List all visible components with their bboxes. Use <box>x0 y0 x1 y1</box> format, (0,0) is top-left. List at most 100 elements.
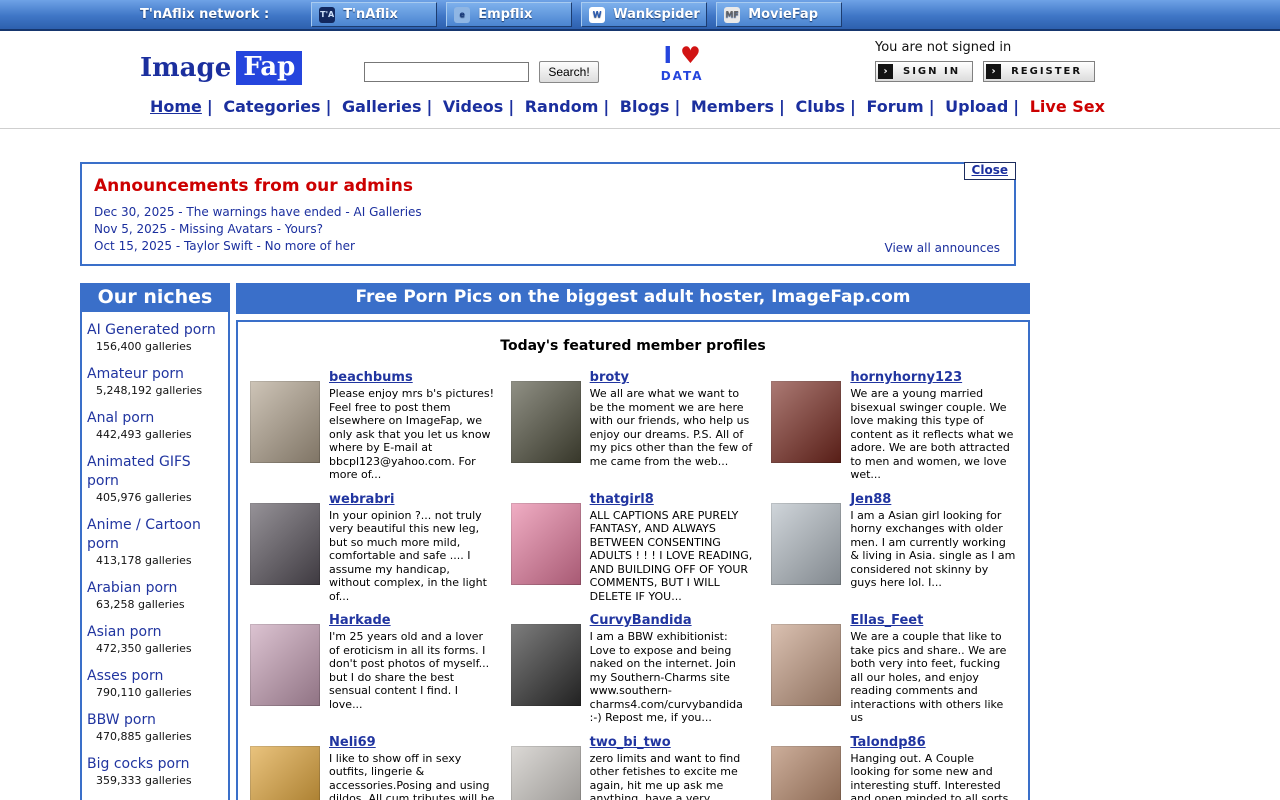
nav-item-galleries[interactable]: Galleries <box>342 97 422 116</box>
profile-description: We are a couple that like to take pics a… <box>850 630 1016 725</box>
view-all-announces-link[interactable]: View all announces <box>885 241 1000 255</box>
main-nav: Home| Categories| Galleries| Videos| Ran… <box>0 93 1280 129</box>
nav-item-forum[interactable]: Forum <box>866 97 923 116</box>
sign-in-button[interactable]: › SIGN IN <box>875 61 973 82</box>
niche-gallery-count: 5,248,192 galleries <box>87 384 224 397</box>
profile-thumbnail[interactable] <box>250 381 320 463</box>
i-love-data-logo: I ♥ DATA <box>661 45 704 93</box>
profile-thumbnail[interactable] <box>771 624 841 706</box>
profile-card: beachbums Please enjoy mrs b's pictures!… <box>250 366 495 482</box>
profile-thumbnail[interactable] <box>771 746 841 800</box>
nav-item-random[interactable]: Random <box>525 97 599 116</box>
profile-thumbnail[interactable] <box>511 624 581 706</box>
profile-name-link[interactable]: thatgirl8 <box>590 492 654 507</box>
network-site-button[interactable]: e Empflix <box>446 2 572 27</box>
profile-description: In your opinion ?... not truly very beau… <box>329 509 495 604</box>
niche-link[interactable]: Anime / Cartoon porn <box>87 517 201 552</box>
niche-link[interactable]: AI Generated porn <box>87 322 216 338</box>
profile-name-link[interactable]: two_bi_two <box>590 735 671 750</box>
network-site-icon: T'A <box>319 7 335 23</box>
profile-thumbnail[interactable] <box>250 746 320 800</box>
network-site-label: MovieFap <box>748 7 818 22</box>
network-bar: T'nAflix network : T'A T'nAflix e Empfli… <box>0 0 1280 31</box>
network-site-button[interactable]: W Wankspider <box>581 2 707 27</box>
network-site-icon: W <box>589 7 605 23</box>
niche-item: Anime / Cartoon porn 413,178 galleries <box>87 514 224 567</box>
niche-link[interactable]: Animated GIFS porn <box>87 454 191 489</box>
nav-item-live-sex[interactable]: Live Sex <box>1030 97 1105 116</box>
profile-thumbnail[interactable] <box>511 381 581 463</box>
niche-link[interactable]: Anal porn <box>87 410 154 426</box>
nav-separator: | <box>674 97 680 116</box>
profile-card: Jen88 I am a Asian girl looking for horn… <box>771 488 1016 604</box>
register-button[interactable]: › REGISTER <box>983 61 1095 82</box>
niche-item: Animated GIFS porn 405,976 galleries <box>87 451 224 504</box>
announcement-link[interactable]: Dec 30, 2025 - The warnings have ended -… <box>94 205 1002 219</box>
network-site-button[interactable]: MF MovieFap <box>716 2 842 27</box>
niche-link[interactable]: Amateur porn <box>87 366 184 382</box>
network-site-label: Wankspider <box>613 7 700 22</box>
profile-description: We all are what we want to be the moment… <box>590 387 756 468</box>
logo-text-image: Image <box>140 53 231 83</box>
profile-description: Please enjoy mrs b's pictures! Feel free… <box>329 387 495 482</box>
nav-item-home[interactable]: Home <box>150 97 202 116</box>
arrow-icon: › <box>878 64 893 79</box>
profile-name-link[interactable]: broty <box>590 370 629 385</box>
heart-icon: ♥ <box>680 43 701 69</box>
niches-sidebar-title: Our niches <box>82 285 228 312</box>
profile-name-link[interactable]: Neli69 <box>329 735 376 750</box>
search-button[interactable]: Search! <box>539 61 598 83</box>
profile-name-link[interactable]: beachbums <box>329 370 413 385</box>
announcement-link[interactable]: Nov 5, 2025 - Missing Avatars - Yours? <box>94 222 1002 236</box>
profile-name-link[interactable]: Harkade <box>329 613 391 628</box>
nav-item-blogs[interactable]: Blogs <box>620 97 670 116</box>
profile-name-link[interactable]: hornyhorny123 <box>850 370 962 385</box>
profile-thumbnail[interactable] <box>771 503 841 585</box>
niche-item: Amateur porn 5,248,192 galleries <box>87 363 224 397</box>
site-logo[interactable]: Image Fap <box>140 43 302 93</box>
niche-link[interactable]: BBW porn <box>87 712 156 728</box>
profile-thumbnail[interactable] <box>250 624 320 706</box>
profile-description: I like to show off in sexy outfits, ling… <box>329 752 495 800</box>
niche-link[interactable]: Asses porn <box>87 668 163 684</box>
profile-name-link[interactable]: Jen88 <box>850 492 891 507</box>
nav-item-clubs[interactable]: Clubs <box>795 97 845 116</box>
profile-description: I am a BBW exhibitionist: Love to expose… <box>590 630 756 725</box>
niche-gallery-count: 359,333 galleries <box>87 774 224 787</box>
niche-link[interactable]: Arabian porn <box>87 580 177 596</box>
logo-text-fap: Fap <box>236 51 302 85</box>
niche-link[interactable]: Asian porn <box>87 624 162 640</box>
network-bar-label: T'nAflix network : <box>140 7 269 22</box>
niche-item: Asian porn 472,350 galleries <box>87 621 224 655</box>
profile-description: zero limits and want to find other fetis… <box>590 752 756 800</box>
niches-list: AI Generated porn 156,400 galleries Amat… <box>82 312 228 800</box>
nav-item-upload[interactable]: Upload <box>945 97 1008 116</box>
profile-card: Ellas_Feet We are a couple that like to … <box>771 609 1016 725</box>
announcements-close-button[interactable]: Close <box>964 162 1016 180</box>
niche-link[interactable]: Big cocks porn <box>87 756 189 772</box>
nav-item-members[interactable]: Members <box>691 97 774 116</box>
profile-description: I am a Asian girl looking for horny exch… <box>850 509 1016 590</box>
nav-separator: | <box>929 97 935 116</box>
niche-gallery-count: 472,350 galleries <box>87 642 224 655</box>
profile-name-link[interactable]: webrabri <box>329 492 395 507</box>
profile-card: two_bi_two zero limits and want to find … <box>511 731 756 800</box>
announcement-link[interactable]: Oct 15, 2025 - Taylor Swift - No more of… <box>94 239 1002 253</box>
profile-description: We are a young married bisexual swinger … <box>850 387 1016 482</box>
main-banner: Free Porn Pics on the biggest adult host… <box>236 283 1030 314</box>
nav-item-categories[interactable]: Categories <box>223 97 320 116</box>
network-site-button[interactable]: T'A T'nAflix <box>311 2 437 27</box>
profile-name-link[interactable]: Ellas_Feet <box>850 613 923 628</box>
profile-name-link[interactable]: CurvyBandida <box>590 613 692 628</box>
profile-thumbnail[interactable] <box>511 746 581 800</box>
nav-item-videos[interactable]: Videos <box>443 97 503 116</box>
profile-name-link[interactable]: Talondp86 <box>850 735 925 750</box>
profile-thumbnail[interactable] <box>771 381 841 463</box>
niche-gallery-count: 790,110 galleries <box>87 686 224 699</box>
niche-item: Anal porn 442,493 galleries <box>87 407 224 441</box>
profile-thumbnail[interactable] <box>250 503 320 585</box>
nav-separator: | <box>508 97 514 116</box>
profile-thumbnail[interactable] <box>511 503 581 585</box>
featured-profiles-grid: beachbums Please enjoy mrs b's pictures!… <box>250 366 1016 800</box>
search-input[interactable] <box>364 62 529 82</box>
